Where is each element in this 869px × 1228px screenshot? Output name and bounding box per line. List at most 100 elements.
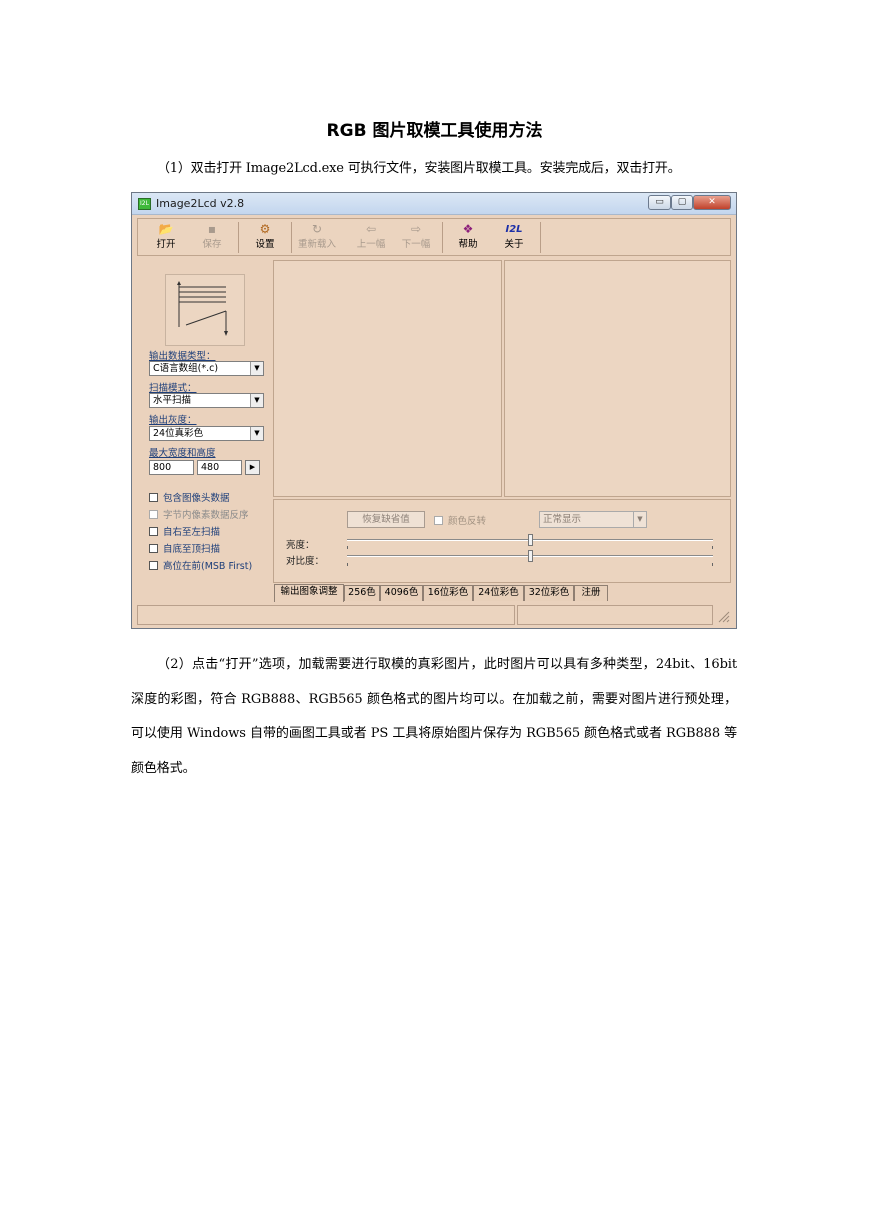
output-tabs: 输出图象调整 256色 4096色 16位彩色 24位彩色 32位彩色 注册 [273, 584, 731, 602]
arrow-right-icon: ⇨ [410, 222, 422, 236]
chevron-down-icon: ▼ [250, 362, 263, 375]
scan-mode-select[interactable]: 水平扫描 ▼ [149, 393, 264, 408]
checkbox-box [149, 510, 158, 519]
reload-button[interactable]: ↻ 重新载入 [295, 221, 339, 255]
save-label: 保存 [202, 239, 222, 250]
toolbar-separator [540, 222, 541, 253]
output-image-pane [504, 260, 731, 497]
apply-size-button[interactable]: ▶ [245, 460, 260, 475]
checkbox-box [149, 544, 158, 553]
step2-paragraph: （2）点击“打开”选项，加载需要进行取模的真彩图片，此时图片可以具有多种类型，2… [131, 657, 737, 776]
toolbar-separator [238, 222, 239, 253]
about-button[interactable]: I2L 关于 [492, 221, 536, 255]
checkbox-label: 字节内像素数据反序 [163, 510, 249, 521]
scan-direction-icon [177, 281, 228, 336]
tab-32bit-color[interactable]: 32位彩色 [524, 585, 574, 601]
window-title: Image2Lcd v2.8 [156, 197, 245, 210]
chevron-down-icon: ▼ [250, 394, 263, 407]
scan-mode-label: 扫描模式： [149, 383, 197, 394]
checkbox-reverse-bytes[interactable]: 字节内像素数据反序 [149, 507, 249, 521]
output-type-select[interactable]: C语言数组(*.c) ▼ [149, 361, 264, 376]
checkbox-label: 自右至左扫描 [163, 527, 221, 538]
max-width-input[interactable]: 800 [149, 460, 194, 475]
play-icon: ▶ [249, 463, 256, 471]
gray-level-value: 24位真彩色 [153, 428, 204, 439]
slider-tick [712, 563, 713, 566]
checkbox-bottom-to-top[interactable]: 自底至顶扫描 [149, 541, 220, 555]
scan-mode-value: 水平扫描 [153, 395, 192, 406]
checkbox-box [149, 527, 158, 536]
resize-grip-icon[interactable] [717, 610, 730, 623]
restore-defaults-button[interactable]: 恢复缺省值 [347, 511, 425, 528]
gray-level-label: 输出灰度： [149, 415, 197, 426]
arrow-left-icon: ⇦ [365, 222, 377, 236]
checkbox-right-to-left[interactable]: 自右至左扫描 [149, 524, 220, 538]
image2lcd-window-screenshot: I2L Image2Lcd v2.8 ▭ ▢ ✕ 📂 打开 ▪ 保存 ⚙ 设置 … [131, 192, 737, 629]
toolbar-separator [291, 222, 292, 253]
checkbox-include-header[interactable]: 包含图像头数据 [149, 490, 230, 504]
settings-button[interactable]: ⚙ 设置 [243, 221, 287, 255]
checkbox-box [149, 561, 158, 570]
app-icon: I2L [138, 198, 151, 210]
reload-icon: ↻ [311, 222, 323, 236]
display-mode-select[interactable]: 正常显示 ▼ [539, 511, 647, 528]
output-type-label: 输出数据类型： [149, 351, 216, 362]
checkbox-label: 自底至顶扫描 [163, 544, 221, 555]
checkbox-label: 高位在前(MSB First) [163, 561, 253, 572]
reload-label: 重新载入 [297, 239, 336, 250]
open-button[interactable]: 📂 打开 [144, 221, 188, 255]
gray-level-select[interactable]: 24位真彩色 ▼ [149, 426, 264, 441]
settings-panel: 输出数据类型： C语言数组(*.c) ▼ 扫描模式： 水平扫描 ▼ 输出灰度： … [137, 260, 267, 600]
open-label: 打开 [156, 239, 176, 250]
window-titlebar: I2L Image2Lcd v2.8 ▭ ▢ ✕ [132, 193, 736, 215]
tab-16bit-color[interactable]: 16位彩色 [423, 585, 473, 601]
close-button[interactable]: ✕ [693, 195, 731, 210]
source-image-pane [273, 260, 502, 497]
checkbox-box [149, 493, 158, 502]
step1-paragraph: （1）双击打开 Image2Lcd.exe 可执行文件，安装图片取模工具。安装完… [157, 161, 681, 176]
chevron-down-icon: ▼ [250, 427, 263, 440]
toolbar: 📂 打开 ▪ 保存 ⚙ 设置 ↻ 重新载入 ⇦ 上一幅 ⇨ 下一幅 ❖ 帮助 I… [137, 218, 731, 256]
save-button[interactable]: ▪ 保存 [190, 221, 234, 255]
toolbar-separator [442, 222, 443, 253]
maximize-button[interactable]: ▢ [671, 195, 693, 210]
scan-mode-preview [165, 274, 245, 346]
checkbox-msb-first[interactable]: 高位在前(MSB First) [149, 558, 252, 572]
next-image-label: 下一幅 [401, 239, 431, 250]
document-title: RGB 图片取模工具使用方法 [326, 121, 543, 141]
display-mode-value: 正常显示 [543, 514, 582, 525]
minimize-button[interactable]: ▭ [648, 195, 671, 210]
tab-image-adjust[interactable]: 输出图象调整 [274, 584, 344, 602]
contrast-slider-thumb[interactable] [527, 550, 533, 562]
checkbox-label: 包含图像头数据 [163, 493, 230, 504]
glasses-icon: ⚙ [259, 222, 271, 236]
tab-register[interactable]: 注册 [574, 585, 608, 601]
next-image-button[interactable]: ⇨ 下一幅 [394, 221, 438, 255]
slider-tick [347, 563, 348, 566]
tab-4096-color[interactable]: 4096色 [380, 585, 423, 601]
status-cell [137, 605, 515, 625]
invert-color-label: 颜色反转 [448, 516, 487, 527]
tab-256-color[interactable]: 256色 [344, 585, 380, 601]
help-button[interactable]: ❖ 帮助 [446, 221, 490, 255]
previous-image-button[interactable]: ⇦ 上一幅 [349, 221, 393, 255]
tab-24bit-color[interactable]: 24位彩色 [473, 585, 524, 601]
open-folder-icon: 📂 [158, 222, 174, 236]
settings-label: 设置 [255, 239, 275, 250]
i2l-logo-icon: I2L [505, 224, 523, 235]
max-height-input[interactable]: 480 [197, 460, 242, 475]
help-book-icon: ❖ [462, 222, 474, 236]
invert-color-checkbox[interactable]: 颜色反转 [434, 513, 486, 527]
brightness-label: 亮度： [286, 540, 315, 551]
status-cell [517, 605, 713, 625]
max-size-label: 最大宽度和高度 [149, 448, 216, 459]
contrast-label: 对比度： [286, 556, 325, 567]
about-label: 关于 [504, 239, 524, 250]
brightness-slider-thumb[interactable] [527, 534, 533, 546]
slider-tick [712, 546, 713, 549]
help-label: 帮助 [458, 239, 478, 250]
status-bar [137, 605, 731, 625]
slider-tick [347, 546, 348, 549]
previous-image-label: 上一幅 [356, 239, 386, 250]
save-disk-icon: ▪ [207, 222, 217, 236]
